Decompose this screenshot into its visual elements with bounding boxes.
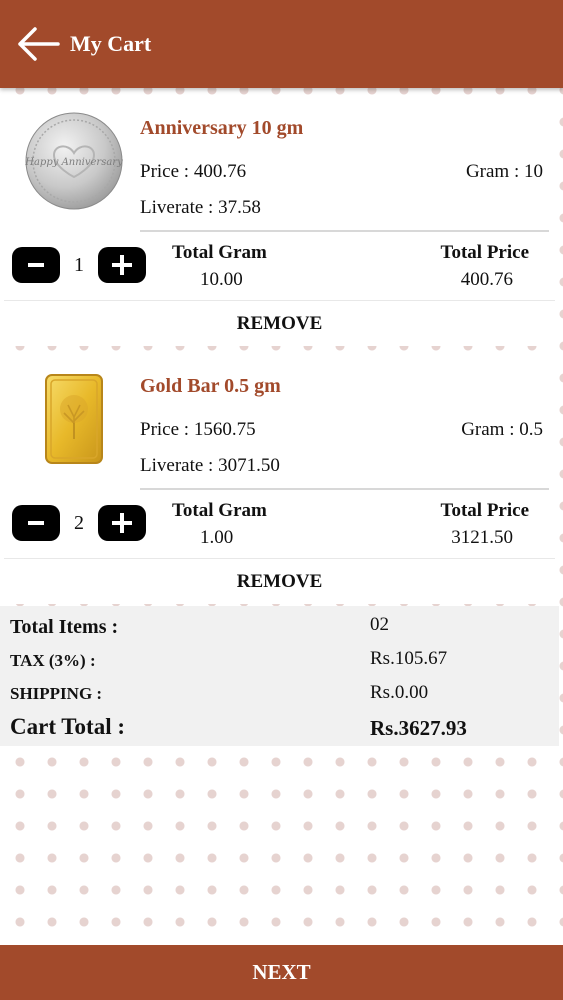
quantity-value: 2 [74,511,84,534]
product-name: Anniversary 10 gm [140,117,304,139]
total-price-value: 3121.50 [451,527,513,548]
product-price: Price : 400.76 [140,161,247,182]
total-price-label: Total Price [440,500,529,521]
decrease-quantity-button[interactable] [12,505,60,541]
divider [140,230,549,232]
product-liverate: Liverate : 37.58 [140,197,261,218]
next-button[interactable]: NEXT [0,945,563,1000]
product-gram: Gram : 0.5 [461,419,543,440]
increase-quantity-button[interactable] [98,505,146,541]
page-title: My Cart [70,31,152,56]
plus-icon [112,255,132,275]
total-price-label: Total Price [440,242,529,263]
total-gram-value: 1.00 [200,527,234,548]
cart-item-card: Happy Anniversary Anniversary 10 gm Pric… [4,97,555,297]
remove-button[interactable]: REMOVE [4,558,555,604]
product-gram: Gram : 10 [465,161,543,182]
cart-total-label: Cart Total : [10,714,125,739]
minus-icon [28,263,44,267]
plus-icon [112,513,132,533]
total-price-value: 400.76 [460,269,513,290]
shipping-value: Rs.0.00 [370,682,429,703]
decrease-quantity-button[interactable] [12,247,60,283]
remove-button[interactable]: REMOVE [4,300,555,346]
total-items-label: Total Items : [10,616,119,638]
cart-total-value: Rs.3627.93 [370,716,467,740]
product-liverate: Liverate : 3071.50 [140,455,280,476]
cart-item-card: Gold Bar 0.5 gm Price : 1560.75 Gram : 0… [4,355,555,555]
silver-coin-image: Happy Anniversary [24,112,123,210]
total-gram-value: 10.00 [200,269,243,290]
app-header: My Cart [0,0,563,88]
minus-icon [28,521,44,525]
cart-summary: Total Items : 02 TAX (3%) : Rs.105.67 SH… [0,606,559,746]
tax-label: TAX (3%) : [10,651,96,670]
divider [140,488,549,490]
quantity-value: 1 [74,253,84,276]
total-gram-label: Total Gram [172,500,267,521]
total-gram-label: Total Gram [172,242,267,263]
product-image: Happy Anniversary [20,107,128,215]
back-button[interactable] [10,20,66,68]
shipping-label: SHIPPING : [10,684,103,703]
gold-bar-image [45,374,103,464]
svg-text:Happy Anniversary: Happy Anniversary [24,157,123,168]
increase-quantity-button[interactable] [98,247,146,283]
product-price: Price : 1560.75 [140,419,256,440]
product-image [20,365,128,473]
product-name: Gold Bar 0.5 gm [140,375,281,397]
total-items-value: 02 [370,614,389,635]
arrow-left-icon [18,27,60,61]
quantity-stepper: 2 [12,505,146,541]
quantity-stepper: 1 [12,247,146,283]
tax-value: Rs.105.67 [370,648,448,669]
